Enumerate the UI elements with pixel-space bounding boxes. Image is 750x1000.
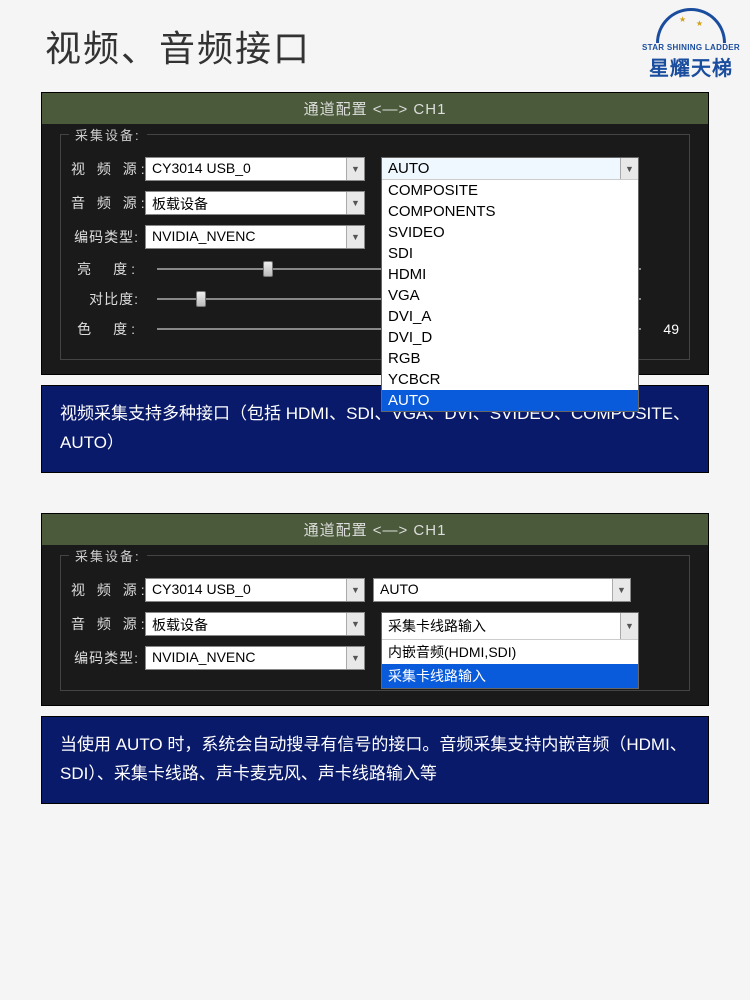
dropdown-item[interactable]: HDMI bbox=[382, 264, 638, 285]
dropdown-item[interactable]: YCBCR bbox=[382, 369, 638, 390]
encoder-value: NVIDIA_NVENC bbox=[152, 649, 255, 665]
chevron-down-icon[interactable]: ▼ bbox=[346, 613, 364, 635]
fieldset-legend: 采集设备: bbox=[69, 125, 147, 144]
dropdown-item[interactable]: COMPONENTS bbox=[382, 201, 638, 222]
video-mode-dropdown[interactable]: AUTO ▼ COMPOSITE COMPONENTS SVIDEO SDI H… bbox=[381, 157, 639, 412]
encoder-select[interactable]: NVIDIA_NVENC ▼ bbox=[145, 646, 365, 670]
encoder-value: NVIDIA_NVENC bbox=[152, 228, 255, 244]
chevron-down-icon[interactable]: ▼ bbox=[346, 647, 364, 669]
logo-big-text: 星耀天梯 bbox=[642, 52, 740, 81]
encoder-label: 编码类型: bbox=[71, 648, 145, 668]
chevron-down-icon[interactable]: ▼ bbox=[346, 192, 364, 214]
chevron-down-icon[interactable]: ▼ bbox=[612, 579, 630, 601]
dropdown-selected[interactable]: 采集卡线路输入 ▼ bbox=[382, 613, 638, 640]
video-mode-select[interactable]: AUTO ▼ bbox=[373, 578, 631, 602]
audio-source-value: 板载设备 bbox=[152, 617, 208, 633]
video-source-value: CY3014 USB_0 bbox=[152, 581, 251, 597]
brand-logo: STAR SHINING LADDER 星耀天梯 bbox=[642, 8, 740, 81]
dropdown-item[interactable]: COMPOSITE bbox=[382, 180, 638, 201]
capture-device-fieldset: 采集设备: 视 频 源: CY3014 USB_0 ▼ AUTO ▼ COMPO… bbox=[60, 134, 690, 360]
video-source-label: 视 频 源: bbox=[71, 159, 145, 179]
video-source-label: 视 频 源: bbox=[71, 580, 145, 600]
channel-config-panel-1: 通道配置 <—> CH1 采集设备: 视 频 源: CY3014 USB_0 ▼… bbox=[41, 92, 709, 375]
audio-source-label: 音 频 源: bbox=[71, 614, 145, 634]
panel-title: 通道配置 <—> CH1 bbox=[42, 514, 708, 545]
chevron-down-icon[interactable]: ▼ bbox=[620, 613, 638, 639]
chevron-down-icon[interactable]: ▼ bbox=[346, 579, 364, 601]
audio-input-dropdown[interactable]: 采集卡线路输入 ▼ 内嵌音频(HDMI,SDI) 采集卡线路输入 bbox=[381, 612, 639, 689]
chevron-down-icon[interactable]: ▼ bbox=[346, 226, 364, 248]
encoder-label: 编码类型: bbox=[71, 227, 145, 247]
channel-config-panel-2: 通道配置 <—> CH1 采集设备: 视 频 源: CY3014 USB_0 ▼… bbox=[41, 513, 709, 706]
dropdown-item[interactable]: SVIDEO bbox=[382, 222, 638, 243]
hue-label: 色 度: bbox=[71, 319, 145, 339]
dropdown-item[interactable]: RGB bbox=[382, 348, 638, 369]
video-source-select[interactable]: CY3014 USB_0 ▼ bbox=[145, 578, 365, 602]
audio-source-label: 音 频 源: bbox=[71, 193, 145, 213]
chevron-down-icon[interactable]: ▼ bbox=[346, 158, 364, 180]
page-title: 视频、音频接口 bbox=[0, 0, 750, 92]
audio-source-select[interactable]: 板载设备 ▼ bbox=[145, 191, 365, 215]
panel-title: 通道配置 <—> CH1 bbox=[42, 93, 708, 124]
audio-source-value: 板载设备 bbox=[152, 196, 208, 212]
brightness-label: 亮 度: bbox=[71, 259, 145, 279]
encoder-select[interactable]: NVIDIA_NVENC ▼ bbox=[145, 225, 365, 249]
slider-thumb[interactable] bbox=[196, 291, 206, 307]
slider-thumb[interactable] bbox=[263, 261, 273, 277]
hue-value: 49 bbox=[649, 321, 679, 337]
logo-small-text: STAR SHINING LADDER bbox=[642, 43, 740, 52]
chevron-down-icon[interactable]: ▼ bbox=[620, 158, 638, 179]
capture-device-fieldset: 采集设备: 视 频 源: CY3014 USB_0 ▼ AUTO ▼ 音 频 源… bbox=[60, 555, 690, 691]
dropdown-item-selected[interactable]: 采集卡线路输入 bbox=[382, 664, 638, 688]
contrast-label: 对比度: bbox=[71, 289, 145, 309]
dropdown-item[interactable]: 内嵌音频(HDMI,SDI) bbox=[382, 640, 638, 664]
audio-source-select[interactable]: 板载设备 ▼ bbox=[145, 612, 365, 636]
note-auto-audio: 当使用 AUTO 时，系统会自动搜寻有信号的接口。音频采集支持内嵌音频（HDMI… bbox=[41, 716, 709, 804]
fieldset-legend: 采集设备: bbox=[69, 546, 147, 565]
video-mode-value: AUTO bbox=[380, 581, 419, 597]
dropdown-item[interactable]: DVI_A bbox=[382, 306, 638, 327]
video-source-select[interactable]: CY3014 USB_0 ▼ bbox=[145, 157, 365, 181]
video-source-value: CY3014 USB_0 bbox=[152, 160, 251, 176]
dropdown-item[interactable]: SDI bbox=[382, 243, 638, 264]
dropdown-selected[interactable]: AUTO ▼ bbox=[382, 158, 638, 180]
dropdown-item-selected[interactable]: AUTO bbox=[382, 390, 638, 411]
dropdown-item[interactable]: VGA bbox=[382, 285, 638, 306]
dropdown-item[interactable]: DVI_D bbox=[382, 327, 638, 348]
